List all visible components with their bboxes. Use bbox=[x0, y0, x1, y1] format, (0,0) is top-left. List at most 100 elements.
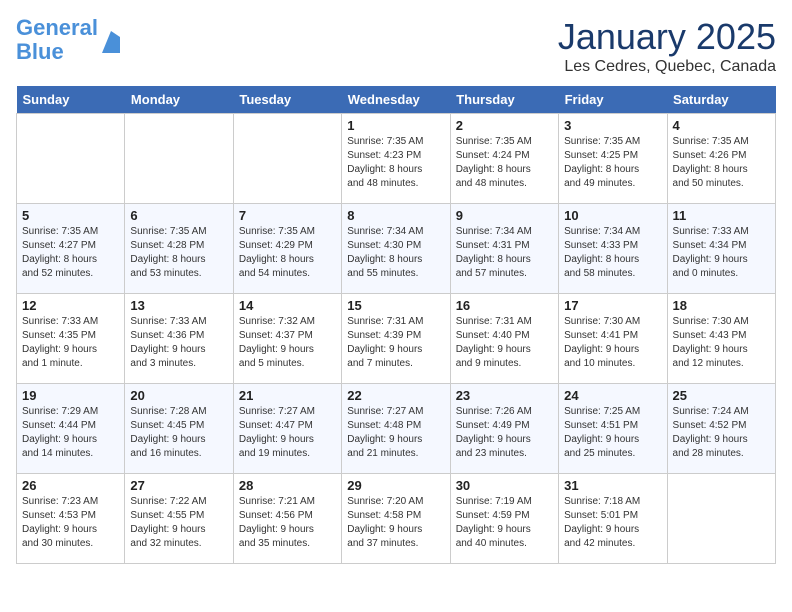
calendar-day-cell: 14 Sunrise: 7:32 AM Sunset: 4:37 PM Dayli… bbox=[233, 294, 341, 384]
day-info: Sunrise: 7:30 AM Sunset: 4:41 PM Dayligh… bbox=[564, 315, 661, 371]
day-number: 14 bbox=[239, 298, 336, 313]
day-number: 15 bbox=[347, 298, 444, 313]
day-info: Sunrise: 7:35 AM Sunset: 4:23 PM Dayligh… bbox=[347, 135, 444, 191]
calendar-day-cell: 1 Sunrise: 7:35 AM Sunset: 4:23 PM Daylig… bbox=[342, 114, 450, 204]
calendar-table: SundayMondayTuesdayWednesdayThursdayFrid… bbox=[16, 86, 776, 564]
calendar-day-cell: 9 Sunrise: 7:34 AM Sunset: 4:31 PM Daylig… bbox=[450, 204, 558, 294]
logo-general: General bbox=[16, 15, 98, 40]
location-text: Les Cedres, Quebec, Canada bbox=[558, 58, 776, 76]
day-number: 4 bbox=[673, 118, 770, 133]
day-number: 6 bbox=[130, 208, 227, 223]
day-info: Sunrise: 7:27 AM Sunset: 4:47 PM Dayligh… bbox=[239, 405, 336, 461]
day-number: 13 bbox=[130, 298, 227, 313]
calendar-week-row: 19 Sunrise: 7:29 AM Sunset: 4:44 PM Dayli… bbox=[17, 384, 776, 474]
calendar-day-cell: 6 Sunrise: 7:35 AM Sunset: 4:28 PM Daylig… bbox=[125, 204, 233, 294]
day-number: 9 bbox=[456, 208, 553, 223]
day-info: Sunrise: 7:25 AM Sunset: 4:51 PM Dayligh… bbox=[564, 405, 661, 461]
calendar-day-cell: 15 Sunrise: 7:31 AM Sunset: 4:39 PM Dayli… bbox=[342, 294, 450, 384]
day-number: 27 bbox=[130, 478, 227, 493]
column-header-saturday: Saturday bbox=[667, 86, 775, 114]
day-info: Sunrise: 7:33 AM Sunset: 4:34 PM Dayligh… bbox=[673, 225, 770, 281]
calendar-day-cell bbox=[233, 114, 341, 204]
calendar-day-cell: 23 Sunrise: 7:26 AM Sunset: 4:49 PM Dayli… bbox=[450, 384, 558, 474]
calendar-day-cell bbox=[125, 114, 233, 204]
day-number: 21 bbox=[239, 388, 336, 403]
day-info: Sunrise: 7:32 AM Sunset: 4:37 PM Dayligh… bbox=[239, 315, 336, 371]
calendar-day-cell: 8 Sunrise: 7:34 AM Sunset: 4:30 PM Daylig… bbox=[342, 204, 450, 294]
day-info: Sunrise: 7:35 AM Sunset: 4:25 PM Dayligh… bbox=[564, 135, 661, 191]
day-number: 12 bbox=[22, 298, 119, 313]
column-header-thursday: Thursday bbox=[450, 86, 558, 114]
day-number: 1 bbox=[347, 118, 444, 133]
day-info: Sunrise: 7:21 AM Sunset: 4:56 PM Dayligh… bbox=[239, 495, 336, 551]
day-info: Sunrise: 7:33 AM Sunset: 4:36 PM Dayligh… bbox=[130, 315, 227, 371]
calendar-day-cell: 21 Sunrise: 7:27 AM Sunset: 4:47 PM Dayli… bbox=[233, 384, 341, 474]
column-header-sunday: Sunday bbox=[17, 86, 125, 114]
day-number: 11 bbox=[673, 208, 770, 223]
day-number: 25 bbox=[673, 388, 770, 403]
day-info: Sunrise: 7:34 AM Sunset: 4:31 PM Dayligh… bbox=[456, 225, 553, 281]
day-info: Sunrise: 7:34 AM Sunset: 4:33 PM Dayligh… bbox=[564, 225, 661, 281]
calendar-day-cell: 4 Sunrise: 7:35 AM Sunset: 4:26 PM Daylig… bbox=[667, 114, 775, 204]
calendar-day-cell: 19 Sunrise: 7:29 AM Sunset: 4:44 PM Dayli… bbox=[17, 384, 125, 474]
calendar-week-row: 1 Sunrise: 7:35 AM Sunset: 4:23 PM Daylig… bbox=[17, 114, 776, 204]
day-number: 3 bbox=[564, 118, 661, 133]
day-number: 30 bbox=[456, 478, 553, 493]
calendar-day-cell: 12 Sunrise: 7:33 AM Sunset: 4:35 PM Dayli… bbox=[17, 294, 125, 384]
month-title: January 2025 bbox=[558, 16, 776, 58]
calendar-header-row: SundayMondayTuesdayWednesdayThursdayFrid… bbox=[17, 86, 776, 114]
calendar-day-cell: 16Sunrise: 7:31 AM Sunset: 4:40 PM Dayli… bbox=[450, 294, 558, 384]
calendar-day-cell bbox=[667, 474, 775, 564]
day-info: Sunrise: 7:29 AM Sunset: 4:44 PM Dayligh… bbox=[22, 405, 119, 461]
day-info: Sunrise: 7:26 AM Sunset: 4:49 PM Dayligh… bbox=[456, 405, 553, 461]
day-info: Sunrise: 7:20 AM Sunset: 4:58 PM Dayligh… bbox=[347, 495, 444, 551]
day-info: Sunrise: 7:35 AM Sunset: 4:29 PM Dayligh… bbox=[239, 225, 336, 281]
calendar-day-cell: 30 Sunrise: 7:19 AM Sunset: 4:59 PM Dayli… bbox=[450, 474, 558, 564]
calendar-day-cell: 18Sunrise: 7:30 AM Sunset: 4:43 PM Dayli… bbox=[667, 294, 775, 384]
day-number: 2 bbox=[456, 118, 553, 133]
day-info: Sunrise: 7:30 AM Sunset: 4:43 PM Dayligh… bbox=[673, 315, 770, 371]
calendar-week-row: 5Sunrise: 7:35 AM Sunset: 4:27 PM Daylig… bbox=[17, 204, 776, 294]
calendar-day-cell: 17Sunrise: 7:30 AM Sunset: 4:41 PM Dayli… bbox=[559, 294, 667, 384]
calendar-day-cell: 5Sunrise: 7:35 AM Sunset: 4:27 PM Daylig… bbox=[17, 204, 125, 294]
day-info: Sunrise: 7:19 AM Sunset: 4:59 PM Dayligh… bbox=[456, 495, 553, 551]
day-info: Sunrise: 7:35 AM Sunset: 4:26 PM Dayligh… bbox=[673, 135, 770, 191]
day-number: 19 bbox=[22, 388, 119, 403]
column-header-tuesday: Tuesday bbox=[233, 86, 341, 114]
calendar-day-cell: 29Sunrise: 7:20 AM Sunset: 4:58 PM Dayli… bbox=[342, 474, 450, 564]
day-number: 10 bbox=[564, 208, 661, 223]
day-number: 26 bbox=[22, 478, 119, 493]
day-number: 28 bbox=[239, 478, 336, 493]
day-number: 8 bbox=[347, 208, 444, 223]
calendar-day-cell: 7Sunrise: 7:35 AM Sunset: 4:29 PM Daylig… bbox=[233, 204, 341, 294]
logo-blue: Blue bbox=[16, 39, 64, 64]
day-info: Sunrise: 7:35 AM Sunset: 4:24 PM Dayligh… bbox=[456, 135, 553, 191]
calendar-day-cell: 13 Sunrise: 7:33 AM Sunset: 4:36 PM Dayli… bbox=[125, 294, 233, 384]
calendar-day-cell: 25Sunrise: 7:24 AM Sunset: 4:52 PM Dayli… bbox=[667, 384, 775, 474]
calendar-day-cell: 24 Sunrise: 7:25 AM Sunset: 4:51 PM Dayli… bbox=[559, 384, 667, 474]
logo-icon bbox=[102, 31, 120, 58]
column-header-monday: Monday bbox=[125, 86, 233, 114]
column-header-wednesday: Wednesday bbox=[342, 86, 450, 114]
calendar-week-row: 26Sunrise: 7:23 AM Sunset: 4:53 PM Dayli… bbox=[17, 474, 776, 564]
day-info: Sunrise: 7:28 AM Sunset: 4:45 PM Dayligh… bbox=[130, 405, 227, 461]
calendar-day-cell: 28 Sunrise: 7:21 AM Sunset: 4:56 PM Dayli… bbox=[233, 474, 341, 564]
day-number: 23 bbox=[456, 388, 553, 403]
calendar-day-cell: 31Sunrise: 7:18 AM Sunset: 5:01 PM Dayli… bbox=[559, 474, 667, 564]
logo-text: General Blue bbox=[16, 16, 98, 64]
calendar-day-cell: 3 Sunrise: 7:35 AM Sunset: 4:25 PM Daylig… bbox=[559, 114, 667, 204]
day-info: Sunrise: 7:31 AM Sunset: 4:39 PM Dayligh… bbox=[347, 315, 444, 371]
title-area: January 2025 Les Cedres, Quebec, Canada bbox=[558, 16, 776, 76]
calendar-day-cell: 26Sunrise: 7:23 AM Sunset: 4:53 PM Dayli… bbox=[17, 474, 125, 564]
calendar-day-cell: 22Sunrise: 7:27 AM Sunset: 4:48 PM Dayli… bbox=[342, 384, 450, 474]
day-info: Sunrise: 7:35 AM Sunset: 4:28 PM Dayligh… bbox=[130, 225, 227, 281]
day-number: 22 bbox=[347, 388, 444, 403]
calendar-day-cell bbox=[17, 114, 125, 204]
day-info: Sunrise: 7:22 AM Sunset: 4:55 PM Dayligh… bbox=[130, 495, 227, 551]
day-number: 31 bbox=[564, 478, 661, 493]
day-number: 5 bbox=[22, 208, 119, 223]
day-number: 24 bbox=[564, 388, 661, 403]
day-info: Sunrise: 7:34 AM Sunset: 4:30 PM Dayligh… bbox=[347, 225, 444, 281]
calendar-week-row: 12 Sunrise: 7:33 AM Sunset: 4:35 PM Dayli… bbox=[17, 294, 776, 384]
day-info: Sunrise: 7:33 AM Sunset: 4:35 PM Dayligh… bbox=[22, 315, 119, 371]
